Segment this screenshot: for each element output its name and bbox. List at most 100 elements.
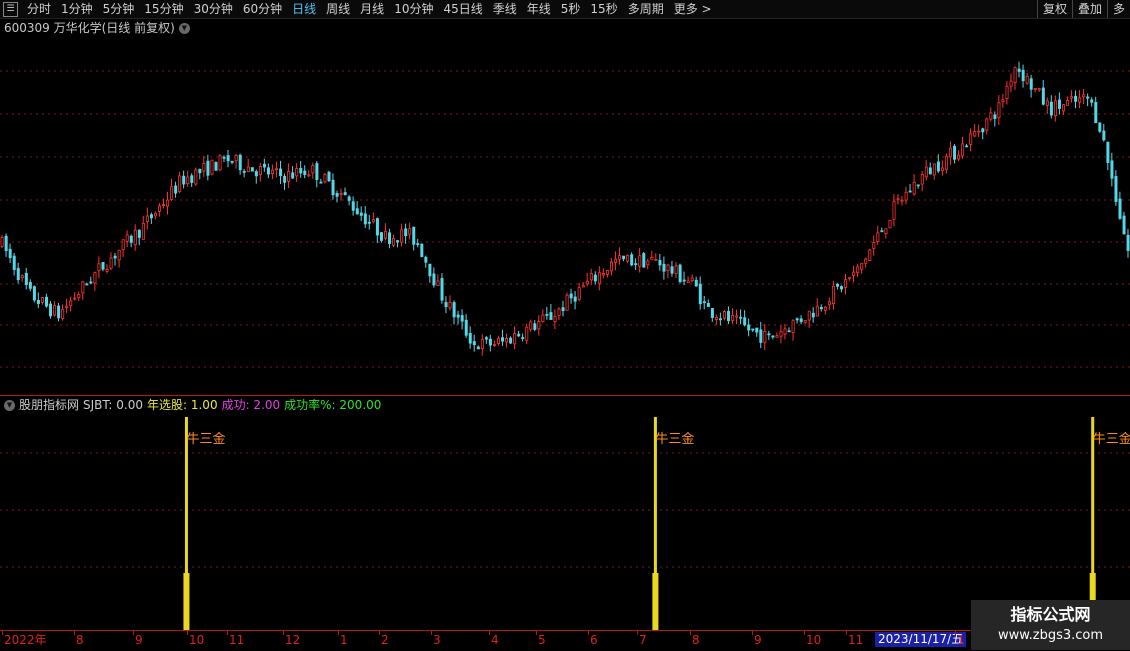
candle bbox=[872, 235, 876, 256]
candle bbox=[779, 324, 783, 344]
candle bbox=[133, 224, 137, 251]
period-tab-3[interactable]: 15分钟 bbox=[139, 0, 188, 18]
grid-menu-icon[interactable]: ☰ bbox=[3, 1, 18, 17]
candle bbox=[932, 163, 936, 180]
candle bbox=[28, 279, 32, 292]
candle bbox=[1110, 152, 1114, 187]
indicator-title: ▼ 股朋指标网 SJBT: 0.00 年选股: 1.00 成功: 2.00 成功… bbox=[4, 397, 385, 413]
candle bbox=[823, 305, 827, 315]
candle bbox=[218, 154, 222, 171]
candle bbox=[743, 310, 747, 327]
candle bbox=[222, 155, 226, 162]
candle bbox=[367, 214, 371, 230]
candle bbox=[848, 277, 852, 281]
toolbar-right-button-2[interactable]: 多 bbox=[1106, 0, 1130, 18]
candle bbox=[153, 211, 157, 220]
axis-tick bbox=[283, 631, 284, 635]
period-tab-15[interactable]: 多周期 bbox=[623, 0, 669, 18]
period-tab-4[interactable]: 30分钟 bbox=[189, 0, 238, 18]
candle bbox=[1066, 96, 1070, 106]
candle bbox=[49, 300, 53, 319]
candle bbox=[105, 264, 109, 274]
axis-tick bbox=[187, 631, 188, 635]
candle bbox=[89, 276, 93, 285]
candle bbox=[428, 263, 432, 283]
axis-label: 4 bbox=[491, 633, 499, 647]
candle bbox=[799, 315, 803, 325]
pane-divider[interactable] bbox=[0, 395, 1130, 396]
chevron-down-icon[interactable]: ▼ bbox=[4, 399, 15, 411]
candle bbox=[73, 292, 77, 301]
candle bbox=[985, 117, 989, 135]
candle bbox=[440, 272, 444, 304]
period-tab-14[interactable]: 15秒 bbox=[585, 0, 622, 18]
candle bbox=[121, 239, 125, 258]
period-tab-13[interactable]: 5秒 bbox=[556, 0, 586, 18]
candle bbox=[149, 212, 153, 224]
period-tab-0[interactable]: 分时 bbox=[22, 0, 56, 18]
period-tab-7[interactable]: 周线 bbox=[321, 0, 355, 18]
candle bbox=[359, 206, 363, 221]
candle bbox=[331, 173, 335, 200]
candle bbox=[836, 282, 840, 290]
candle bbox=[1029, 74, 1033, 98]
indicator-name: 股朋指标网 bbox=[19, 398, 80, 412]
cursor-date-label: 2023/11/17/五 bbox=[875, 632, 967, 647]
candle bbox=[319, 178, 323, 184]
candle bbox=[36, 292, 40, 309]
period-tab-5[interactable]: 60分钟 bbox=[238, 0, 287, 18]
candle bbox=[1074, 90, 1078, 109]
candle bbox=[739, 309, 743, 325]
candle bbox=[16, 262, 20, 284]
candle bbox=[1086, 93, 1090, 107]
candle bbox=[791, 319, 795, 341]
candle bbox=[690, 274, 694, 283]
candle bbox=[1025, 72, 1029, 85]
candle bbox=[706, 299, 710, 307]
candle bbox=[977, 124, 981, 138]
candle bbox=[375, 217, 379, 243]
period-tab-12[interactable]: 年线 bbox=[522, 0, 556, 18]
period-tab-8[interactable]: 月线 bbox=[355, 0, 389, 18]
axis-label: 8 bbox=[692, 633, 700, 647]
candle bbox=[694, 276, 698, 287]
axis-tick bbox=[2, 631, 3, 635]
candle bbox=[323, 173, 327, 184]
candle bbox=[565, 292, 569, 311]
candle bbox=[884, 228, 888, 239]
candle bbox=[158, 203, 162, 217]
candle bbox=[965, 143, 969, 148]
candle bbox=[940, 160, 944, 176]
candle bbox=[557, 307, 561, 320]
candle bbox=[1057, 92, 1061, 115]
candle bbox=[1078, 90, 1082, 109]
toolbar-right-button-0[interactable]: 复权 bbox=[1036, 0, 1072, 18]
axis-label: 12 bbox=[285, 633, 301, 647]
candle bbox=[339, 188, 343, 201]
candle bbox=[186, 170, 190, 187]
candlestick-chart[interactable] bbox=[0, 19, 1130, 395]
signal-label: 牛三金 bbox=[1093, 431, 1130, 447]
period-tab-2[interactable]: 5分钟 bbox=[98, 0, 140, 18]
axis-label: 9 bbox=[135, 633, 143, 647]
more-button[interactable]: 更多 > bbox=[669, 0, 717, 18]
chenggong-value: 成功: 2.00 bbox=[221, 398, 281, 412]
candle bbox=[642, 251, 646, 268]
period-tab-10[interactable]: 45日线 bbox=[438, 0, 487, 18]
candle bbox=[492, 340, 496, 348]
period-tab-1[interactable]: 1分钟 bbox=[56, 0, 98, 18]
candle bbox=[714, 314, 718, 325]
candle bbox=[815, 298, 819, 317]
candle bbox=[1070, 90, 1074, 103]
period-tab-6[interactable]: 日线 bbox=[287, 0, 321, 18]
candle bbox=[864, 257, 868, 268]
period-tab-9[interactable]: 10分钟 bbox=[389, 0, 438, 18]
candle bbox=[480, 334, 484, 356]
axis-tick bbox=[431, 631, 432, 635]
candle bbox=[1005, 81, 1009, 105]
indicator-chart[interactable]: 牛三金 牛三金 牛三金 bbox=[0, 397, 1130, 630]
candle bbox=[424, 255, 428, 268]
period-tab-11[interactable]: 季线 bbox=[488, 0, 522, 18]
candle bbox=[295, 163, 299, 182]
toolbar-right-button-1[interactable]: 叠加 bbox=[1071, 0, 1107, 18]
